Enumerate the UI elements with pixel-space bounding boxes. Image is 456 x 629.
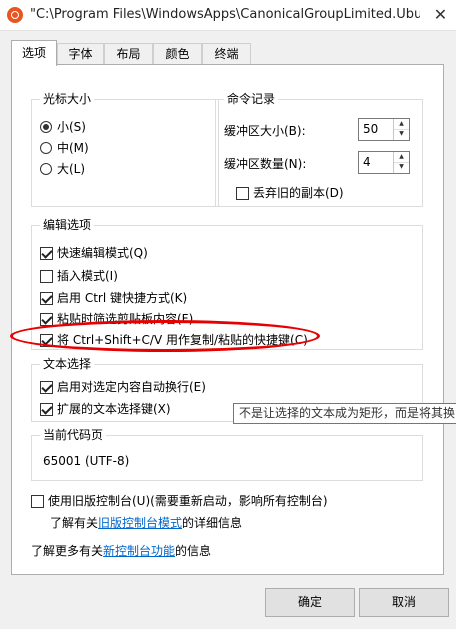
more-info-prefix: 了解更多有关 xyxy=(31,544,104,558)
more-info-suffix: 的信息 xyxy=(175,544,212,558)
checkbox-checked[interactable] xyxy=(40,403,53,416)
tab-font[interactable]: 字体 xyxy=(57,43,104,64)
legacy-info-line: 了解有关旧版控制台模式的详细信息 xyxy=(50,514,242,532)
discard-old-duplicates-label: 丢弃旧的副本(D) xyxy=(253,186,344,200)
properties-window: "C:\Program Files\WindowsApps\CanonicalG… xyxy=(0,0,456,629)
tab-strip: 选项 字体 布局 颜色 终端 xyxy=(0,40,456,66)
extended-selection-keys-label: 扩展的文本选择键(X) xyxy=(57,402,171,416)
tab-colors[interactable]: 颜色 xyxy=(153,43,202,64)
options-panel: 光标大小 小(S) 中(M) 大(L) 命令记录 缓冲区大小(B): 50 ▲ xyxy=(11,64,444,575)
cursor-size-title: 光标大小 xyxy=(40,91,95,107)
ubuntu-app-icon xyxy=(7,7,23,23)
cursor-size-group: 光标大小 小(S) 中(M) 大(L) xyxy=(31,91,219,207)
buffer-count-label: 缓冲区数量(N): xyxy=(224,157,307,171)
buffer-size-spinner[interactable]: 50 ▲ ▼ xyxy=(358,118,410,141)
radio-cursor-small-label: 小(S) xyxy=(57,120,86,134)
spin-down-arrow-icon[interactable]: ▼ xyxy=(394,129,409,139)
edit-options-title: 编辑选项 xyxy=(40,217,95,233)
code-page-group: 当前代码页 65001 (UTF-8) xyxy=(31,427,423,481)
window-title: "C:\Program Files\WindowsApps\CanonicalG… xyxy=(30,7,420,22)
ctrl-shortcuts-label: 启用 Ctrl 键快捷方式(K) xyxy=(57,291,188,305)
red-annotation-ellipse xyxy=(10,320,320,352)
checkbox-checked[interactable] xyxy=(40,381,53,394)
buffer-count-spinner[interactable]: 4 ▲ ▼ xyxy=(358,151,410,174)
more-info-line: 了解更多有关新控制台功能的信息 xyxy=(31,542,211,560)
legacy-console-label: 使用旧版控制台(U)(需要重新启动，影响所有控制台) xyxy=(48,494,328,508)
radio-button[interactable] xyxy=(40,163,52,175)
ok-button[interactable]: 确定 xyxy=(265,588,355,617)
radio-cursor-medium-label: 中(M) xyxy=(57,141,89,155)
legacy-info-suffix: 的详细信息 xyxy=(182,516,243,530)
code-page-value: 65001 (UTF-8) xyxy=(43,454,130,468)
spinner-buttons: ▲ ▼ xyxy=(393,119,409,140)
command-history-title: 命令记录 xyxy=(224,91,279,107)
checkbox-checked[interactable] xyxy=(40,292,53,305)
spin-down-arrow-icon[interactable]: ▼ xyxy=(394,162,409,172)
cancel-button[interactable]: 取消 xyxy=(359,588,449,617)
checkbox-checked[interactable] xyxy=(40,247,53,260)
tab-layout[interactable]: 布局 xyxy=(104,43,153,64)
new-console-features-link[interactable]: 新控制台功能 xyxy=(103,544,175,558)
title-bar[interactable]: "C:\Program Files\WindowsApps\CanonicalG… xyxy=(0,0,456,31)
checkbox[interactable] xyxy=(40,270,53,283)
line-wrap-selection-label: 启用对选定内容自动换行(E) xyxy=(57,380,206,394)
spinner-buttons: ▲ ▼ xyxy=(393,152,409,173)
checkbox[interactable] xyxy=(236,187,249,200)
tab-terminal[interactable]: 终端 xyxy=(202,43,251,64)
checkbox[interactable] xyxy=(31,495,44,508)
close-button[interactable]: ✕ xyxy=(425,0,456,30)
radio-button[interactable] xyxy=(40,142,52,154)
insert-mode-label: 插入模式(I) xyxy=(57,269,118,283)
buffer-count-value[interactable]: 4 xyxy=(363,155,371,169)
radio-cursor-large-label: 大(L) xyxy=(57,162,86,176)
legacy-info-prefix: 了解有关 xyxy=(50,516,99,530)
tab-options[interactable]: 选项 xyxy=(11,40,57,66)
radio-button-selected[interactable] xyxy=(40,121,52,133)
text-selection-title: 文本选择 xyxy=(40,356,95,372)
buffer-size-label: 缓冲区大小(B): xyxy=(224,124,306,138)
quick-edit-label: 快速编辑模式(Q) xyxy=(57,246,148,260)
buffer-size-value[interactable]: 50 xyxy=(363,122,378,136)
tooltip: 不是让选择的文本成为矩形，而是将其换 xyxy=(233,403,456,424)
legacy-mode-link[interactable]: 旧版控制台模式 xyxy=(98,516,182,530)
command-history-group: 命令记录 缓冲区大小(B): 50 ▲ ▼ 缓冲区数量(N): 4 ▲ ▼ 丢弃… xyxy=(215,91,423,207)
code-page-title: 当前代码页 xyxy=(40,427,107,443)
